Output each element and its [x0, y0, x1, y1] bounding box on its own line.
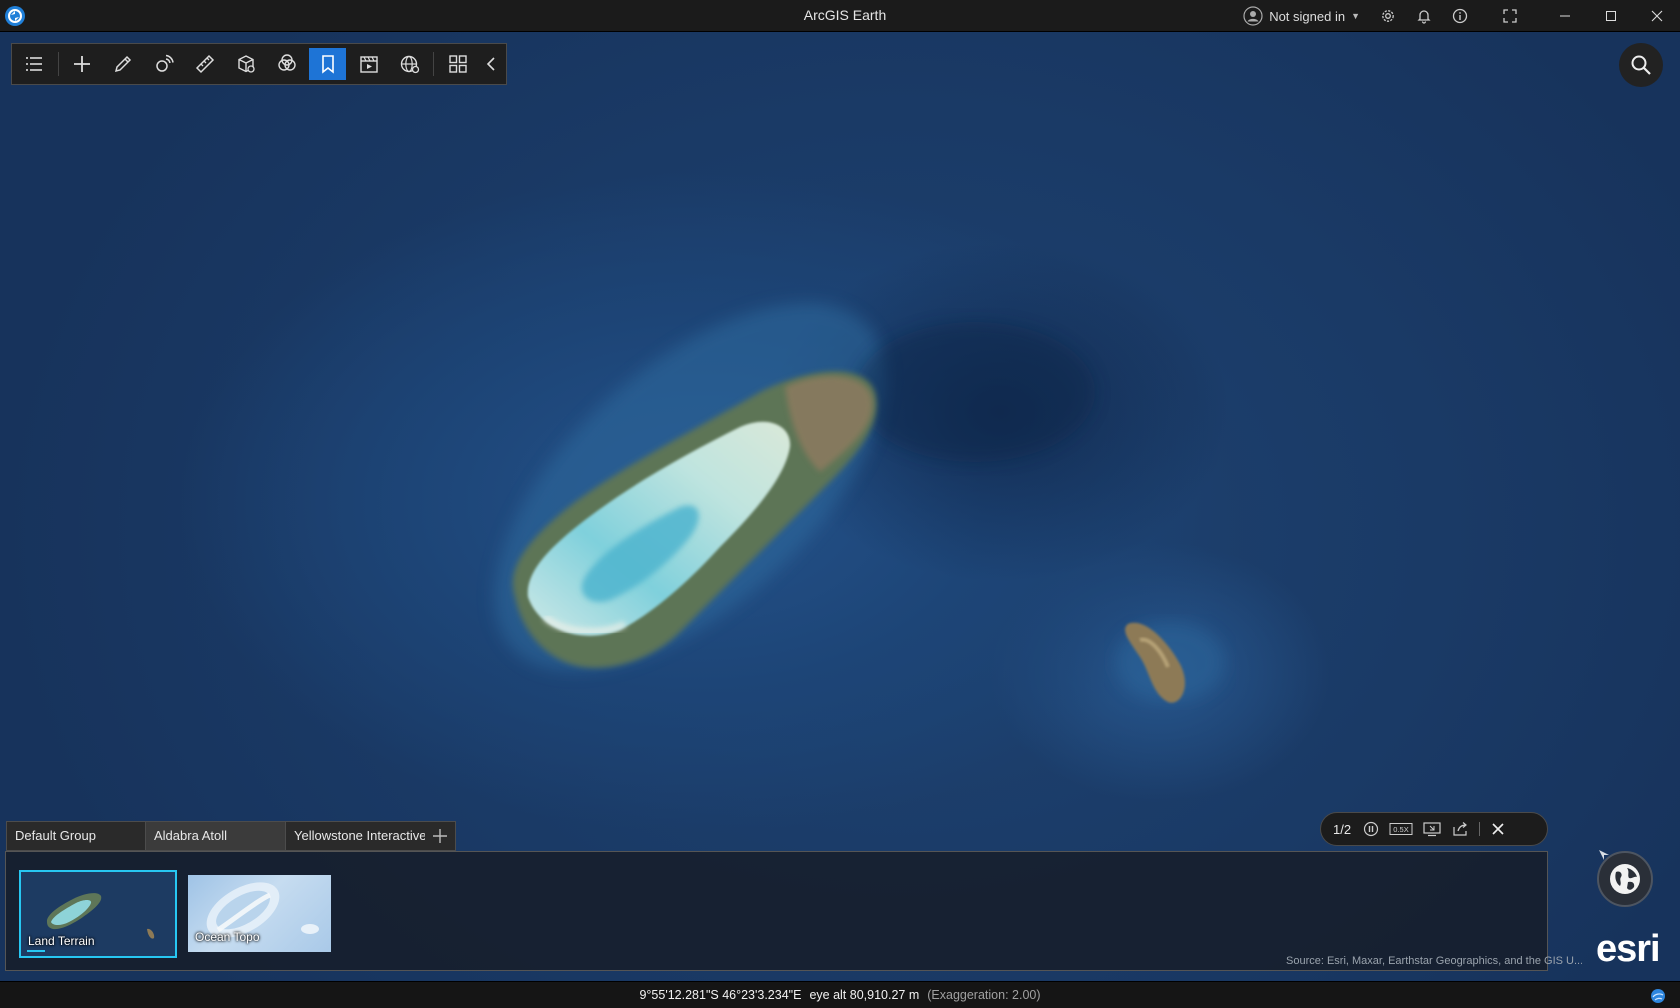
maximize-icon [1606, 11, 1616, 21]
fly-to-button[interactable] [1423, 819, 1441, 839]
network-status-icon[interactable] [1650, 988, 1666, 1004]
gear-icon [1382, 10, 1394, 22]
tab-aldabra-atoll[interactable]: Aldabra Atoll [145, 821, 285, 851]
title-bar: ArcGIS Earth Not signed in ▼ [0, 0, 1680, 32]
minimize-icon [1560, 15, 1570, 17]
bookmark-label: Land Terrain [28, 934, 95, 948]
bookmark-counter: 1/2 [1333, 821, 1352, 837]
notifications-button[interactable] [1406, 0, 1442, 32]
maximize-button[interactable] [1588, 0, 1634, 32]
map-attribution[interactable]: Source: Esri, Maxar, Earthstar Geographi… [1286, 955, 1582, 967]
elevation-exaggeration: (Exaggeration: 2.00) [927, 988, 1041, 1002]
bell-icon [1417, 10, 1431, 24]
fullscreen-button[interactable] [1492, 0, 1528, 32]
about-button[interactable] [1442, 0, 1478, 32]
layers-list-icon [26, 57, 43, 71]
bookmark-land-terrain[interactable]: Land Terrain [19, 870, 177, 958]
interactive-analysis-button[interactable] [146, 48, 183, 80]
bookmark-group-tabs: Default Group Aldabra Atoll Yellowstone … [6, 821, 456, 851]
close-icon [1651, 10, 1663, 22]
close-player-button[interactable] [1490, 819, 1506, 839]
overlay-button[interactable] [268, 48, 305, 80]
add-icon [74, 56, 91, 72]
draw-pencil-icon [115, 55, 132, 73]
add-group-button[interactable] [425, 821, 456, 851]
eye-altitude: eye alt 80,910.27 m [809, 988, 920, 1002]
pause-button[interactable] [1363, 819, 1379, 839]
bookmark-panel: Land Terrain Ocean Topo [5, 851, 1548, 971]
3d-analysis-button[interactable] [228, 48, 265, 80]
sign-in-status: Not signed in [1269, 8, 1346, 24]
bookmarks-button[interactable] [309, 48, 347, 80]
speed-icon: 0.5X [1389, 823, 1413, 835]
chevron-down-icon: ▼ [1351, 11, 1360, 21]
screen-view-icon [1423, 822, 1441, 837]
collapse-chevron-icon [486, 57, 495, 71]
tours-button[interactable] [350, 48, 387, 80]
minimize-button[interactable] [1542, 0, 1588, 32]
measure-button[interactable] [187, 48, 224, 80]
layers-button[interactable] [16, 48, 53, 80]
search-button[interactable] [1619, 43, 1663, 87]
user-avatar-icon [1243, 6, 1263, 26]
status-bar: 9°55'12.281"S 46°23'3.234"E eye alt 80,9… [0, 981, 1680, 1008]
info-icon [1452, 8, 1468, 24]
bookmark-icon [321, 55, 334, 74]
cursor-coordinates: 9°55'12.281"S 46°23'3.234"E [639, 988, 802, 1002]
3d-analysis-icon [238, 55, 255, 73]
collapse-toolbar-button[interactable] [480, 48, 502, 80]
share-icon [1453, 822, 1468, 836]
tour-clapperboard-icon [360, 56, 378, 73]
close-window-button[interactable] [1634, 0, 1680, 32]
playback-speed-button[interactable]: 0.5X [1389, 819, 1413, 839]
tab-yellowstone-interactive[interactable]: Yellowstone Interactive [285, 821, 425, 851]
close-icon [1492, 823, 1504, 835]
share-button[interactable] [1451, 819, 1469, 839]
navigation-compass[interactable] [1597, 851, 1653, 907]
esri-logo: esri [1596, 928, 1661, 970]
bookmark-progress-indicator [27, 950, 45, 952]
main-toolbar [11, 43, 507, 85]
interactive-analysis-icon [156, 54, 174, 72]
settings-button[interactable] [1370, 0, 1406, 32]
search-icon [1631, 55, 1651, 75]
overlay-circles-icon [278, 54, 296, 71]
tab-default-group[interactable]: Default Group [6, 821, 145, 851]
bookmark-label: Ocean Topo [195, 930, 260, 944]
more-tools-button[interactable] [439, 48, 476, 80]
measure-ruler-icon [196, 54, 215, 74]
draw-button[interactable] [105, 48, 142, 80]
sign-in-menu[interactable]: Not signed in ▼ [1233, 0, 1370, 32]
arcgis-earth-app-icon[interactable] [5, 6, 25, 26]
pause-icon [1363, 821, 1379, 837]
speed-value: 0.5X [1393, 825, 1408, 834]
fullscreen-icon [1503, 9, 1517, 23]
add-data-button[interactable] [64, 48, 101, 80]
more-grid-icon [448, 55, 467, 73]
globe-settings-icon [400, 55, 419, 74]
bookmark-player-controls: 1/2 0.5X [1320, 812, 1548, 846]
globe-icon [1610, 864, 1640, 894]
bookmark-ocean-topo[interactable]: Ocean Topo [188, 875, 331, 952]
globe-settings-button[interactable] [391, 48, 428, 80]
add-icon [433, 829, 447, 843]
